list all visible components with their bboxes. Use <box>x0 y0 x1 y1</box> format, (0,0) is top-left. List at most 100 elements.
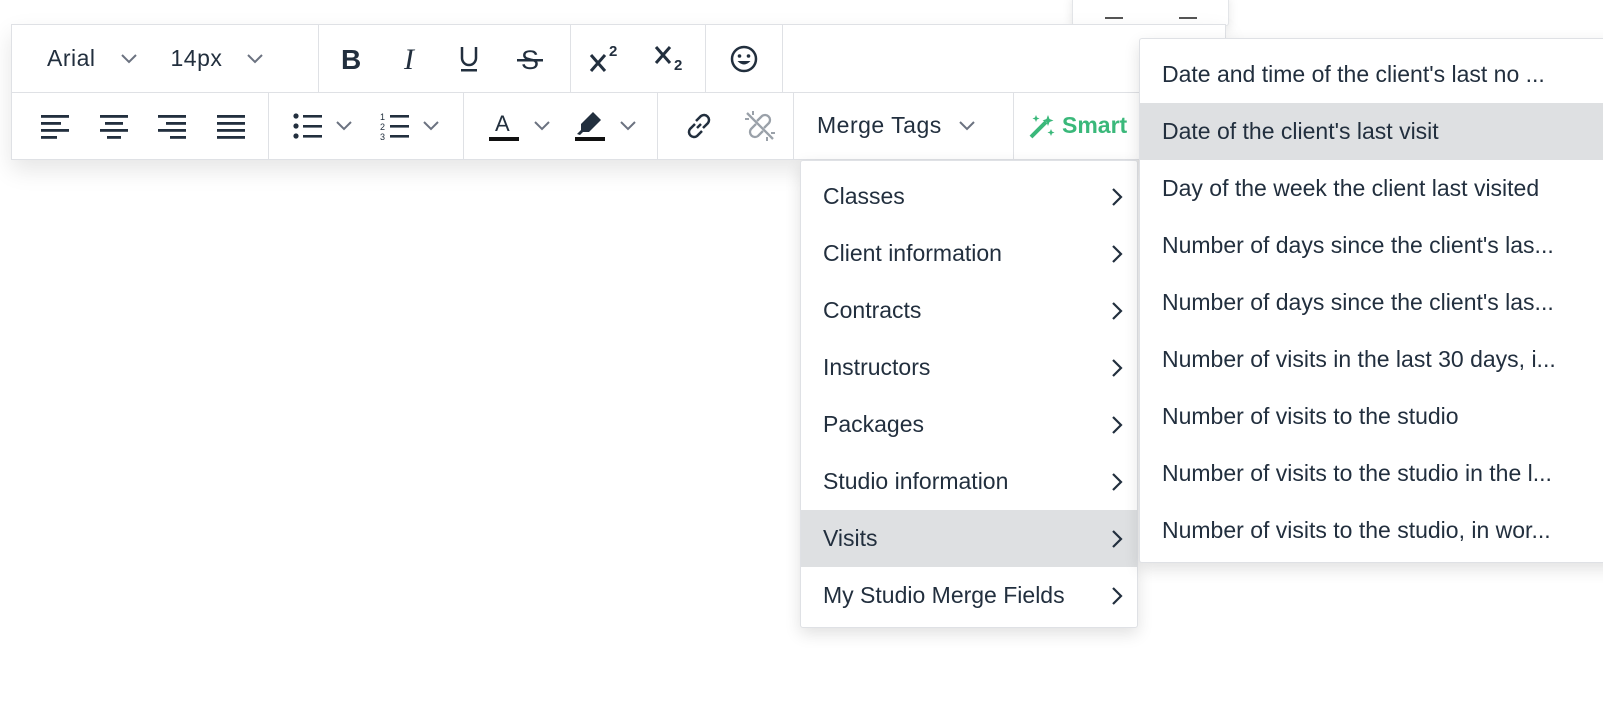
link-group <box>658 92 794 159</box>
menu-item-label: Studio information <box>823 468 1009 494</box>
emoji-icon <box>730 45 758 72</box>
emoji-button[interactable] <box>706 25 782 92</box>
menu-item-label: Packages <box>823 411 925 437</box>
underline-button[interactable] <box>440 25 498 92</box>
submenu-item[interactable]: Number of visits to the studio in the l.… <box>1140 445 1603 502</box>
subscript-button[interactable]: 2 <box>641 25 701 92</box>
stub-mark <box>1179 17 1197 19</box>
font-family-select[interactable]: Arial <box>12 25 151 92</box>
editor-toolbar: Arial 14px B I S 2 2 1 2 3 A Merge Tags … <box>11 24 1226 160</box>
merge-tags-group: Merge Tags <box>794 92 1014 159</box>
text-style-group: B I S <box>319 25 571 92</box>
merge-tags-label: Merge Tags <box>817 112 942 138</box>
align-right-icon <box>158 114 186 139</box>
submenu-item[interactable]: Number of visits in the last 30 days, i.… <box>1140 331 1603 388</box>
script-group: 2 2 <box>571 25 706 92</box>
visits-submenu: Date and time of the client's last no ..… <box>1139 38 1603 563</box>
menu-item-my-studio-merge-fields[interactable]: My Studio Merge Fields <box>801 567 1137 624</box>
chevron-right-icon <box>1112 358 1123 377</box>
toolbar-row-2: 123 A Merge Tags Smart <box>12 92 1225 159</box>
chevron-right-icon <box>1112 244 1123 263</box>
bold-icon: B <box>341 45 361 73</box>
chevron-down-icon <box>534 121 550 131</box>
text-color-button[interactable]: A <box>464 92 560 159</box>
font-group: Arial 14px <box>12 25 319 92</box>
align-center-icon <box>100 114 128 139</box>
align-left-button[interactable] <box>12 92 85 159</box>
alignment-group <box>12 92 269 159</box>
submenu-item-label: Number of visits to the studio in the l.… <box>1162 460 1552 486</box>
submenu-item-label: Number of visits to the studio, in wor..… <box>1162 517 1551 543</box>
bold-button[interactable]: B <box>319 25 382 92</box>
menu-item-label: Visits <box>823 525 878 551</box>
chevron-down-icon <box>247 54 264 64</box>
menu-item-label: Client information <box>823 240 1002 266</box>
submenu-item-label: Number of visits in the last 30 days, i.… <box>1162 346 1556 372</box>
numbered-list-button[interactable]: 123 <box>365 92 455 159</box>
svg-text:2: 2 <box>380 122 385 132</box>
smart-label: Smart <box>1062 112 1128 138</box>
chevron-right-icon <box>1112 301 1123 320</box>
submenu-item[interactable]: Number of days since the client's las... <box>1140 274 1603 331</box>
strikethrough-icon: S <box>517 45 543 74</box>
chevron-right-icon <box>1112 529 1123 548</box>
submenu-item-label: Number of days since the client's las... <box>1162 232 1554 258</box>
menu-item-label: Contracts <box>823 297 922 323</box>
bullet-list-icon <box>293 112 322 139</box>
svg-text:3: 3 <box>380 132 385 141</box>
submenu-item[interactable]: Number of days since the client's las... <box>1140 217 1603 274</box>
svg-text:1: 1 <box>380 112 385 122</box>
menu-item-label: Classes <box>823 183 905 209</box>
menu-item-contracts[interactable]: Contracts <box>801 282 1137 339</box>
submenu-item-label: Day of the week the client last visited <box>1162 175 1540 201</box>
menu-item-classes[interactable]: Classes <box>801 168 1137 225</box>
svg-text:2: 2 <box>609 43 617 60</box>
subscript-icon: 2 <box>654 45 682 74</box>
superscript-icon: 2 <box>589 43 617 72</box>
strikethrough-button[interactable]: S <box>498 25 562 92</box>
superscript-button[interactable]: 2 <box>571 25 641 92</box>
svg-text:2: 2 <box>674 57 682 74</box>
merge-tags-menu: Classes Client information Contracts Ins… <box>800 160 1138 628</box>
underline-icon <box>460 46 478 71</box>
submenu-item-label: Date of the client's last visit <box>1162 118 1439 144</box>
font-size-value: 14px <box>170 45 223 71</box>
menu-item-instructors[interactable]: Instructors <box>801 339 1137 396</box>
emoji-group <box>706 25 783 92</box>
merge-tags-button[interactable]: Merge Tags <box>794 92 996 159</box>
svg-text:B: B <box>341 45 361 73</box>
align-center-button[interactable] <box>85 92 143 159</box>
stub-mark <box>1105 17 1123 19</box>
smart-button[interactable]: Smart <box>1014 92 1127 159</box>
submenu-item-label: Number of days since the client's las... <box>1162 289 1554 315</box>
menu-item-client-information[interactable]: Client information <box>801 225 1137 282</box>
highlight-color-button[interactable] <box>560 92 650 159</box>
align-justify-button[interactable] <box>201 92 261 159</box>
chevron-right-icon <box>1112 586 1123 605</box>
text-color-icon: A <box>489 111 519 141</box>
svg-text:I: I <box>403 45 416 73</box>
italic-button[interactable]: I <box>382 25 440 92</box>
menu-item-packages[interactable]: Packages <box>801 396 1137 453</box>
submenu-item[interactable]: Number of visits to the studio <box>1140 388 1603 445</box>
chevron-down-icon <box>620 121 636 131</box>
chevron-down-icon <box>959 121 975 131</box>
chevron-right-icon <box>1112 472 1123 491</box>
font-size-select[interactable]: 14px <box>151 25 278 92</box>
submenu-item[interactable]: Number of visits to the studio, in wor..… <box>1140 502 1603 559</box>
bullet-list-button[interactable] <box>269 92 365 159</box>
align-left-icon <box>40 114 69 139</box>
numbered-list-icon: 123 <box>380 112 409 141</box>
insert-link-button[interactable] <box>658 92 730 159</box>
font-family-value: Arial <box>47 45 96 71</box>
unlink-button[interactable] <box>730 92 790 159</box>
menu-item-label: Instructors <box>823 354 931 380</box>
submenu-item[interactable]: Date and time of the client's last no ..… <box>1140 46 1603 103</box>
align-right-button[interactable] <box>143 92 201 159</box>
submenu-item[interactable]: Day of the week the client last visited <box>1140 160 1603 217</box>
color-group: A <box>464 92 658 159</box>
menu-item-studio-information[interactable]: Studio information <box>801 453 1137 510</box>
menu-item-visits[interactable]: Visits <box>801 510 1137 567</box>
submenu-item[interactable]: Date of the client's last visit <box>1140 103 1603 160</box>
magic-wand-icon <box>1029 114 1055 138</box>
